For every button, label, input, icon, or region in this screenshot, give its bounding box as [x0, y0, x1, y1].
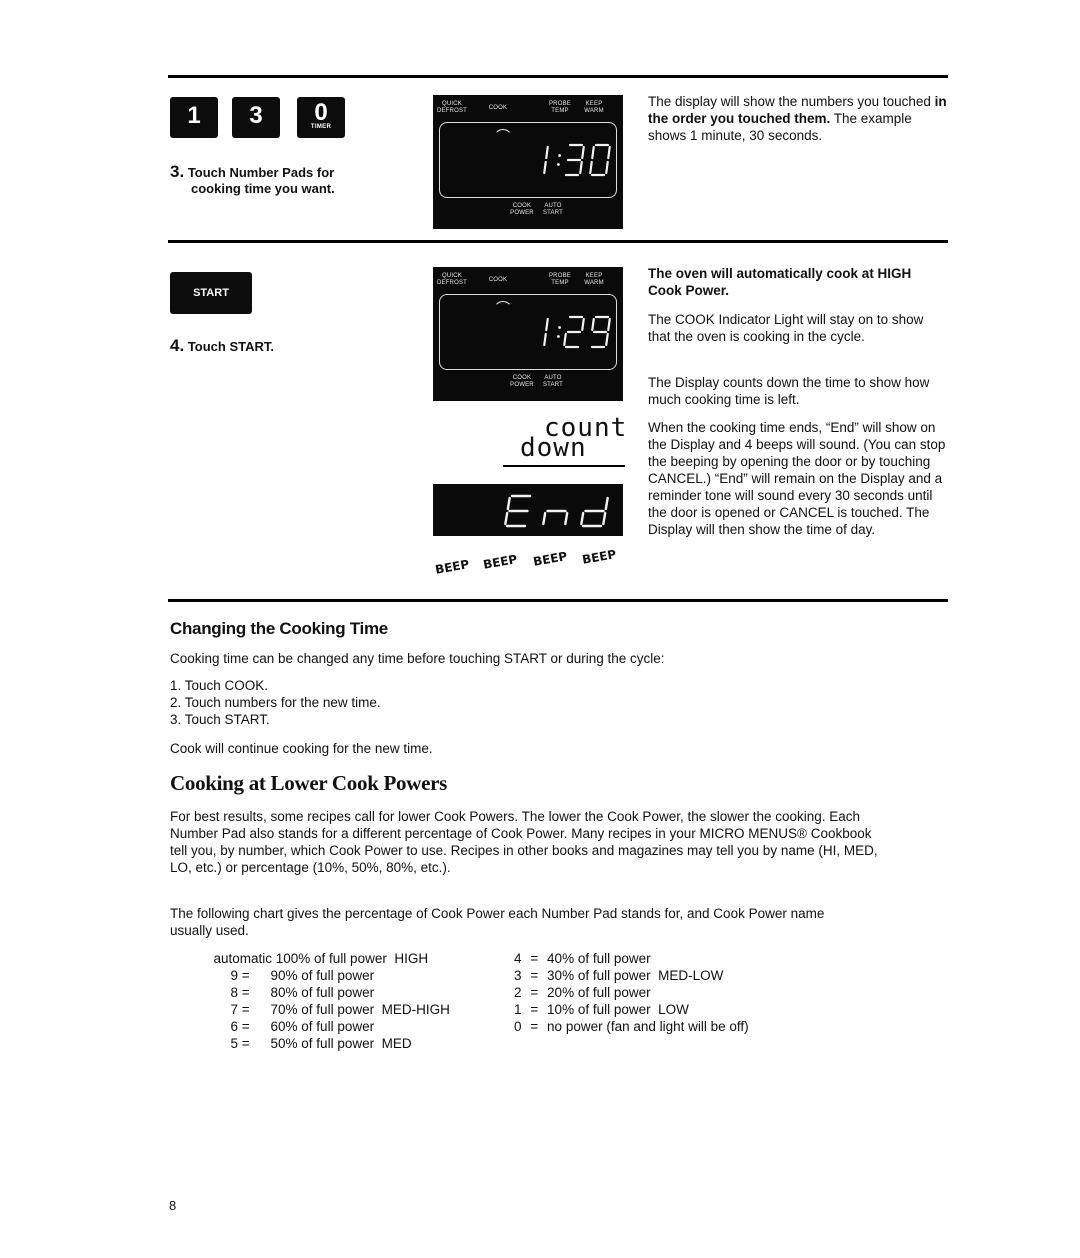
countdown-underline: [503, 465, 625, 467]
step-4-instruction: 4. Touch START.: [170, 336, 274, 355]
segment-d: [604, 496, 609, 511]
indicator-quick-defrost: QUICK DEFROST: [436, 101, 468, 114]
countdown-label: count down: [520, 413, 628, 463]
start-button[interactable]: START: [170, 272, 252, 314]
segment-1: [543, 160, 547, 175]
seven-segment-readout: [543, 143, 611, 177]
list-item: 3. Touch START.: [170, 712, 270, 727]
table-row: 1 = 10% of full power LOW: [514, 1002, 689, 1017]
oven-display-1: QUICKDEFROST COOK PROBETEMP KEEPWARM ⌒ 1…: [433, 95, 623, 229]
beep-text: BEEP: [581, 547, 618, 567]
indicator-auto-start: AUTO START: [542, 375, 564, 388]
indicator-cook: COOK: [488, 105, 508, 111]
beep-text: BEEP: [434, 557, 471, 577]
indicator-probe-temp: PROBE TEMP: [548, 101, 571, 114]
segment-9: [591, 317, 595, 332]
segment-E: [506, 496, 511, 511]
segment-2: [581, 317, 585, 332]
segment-1: [543, 332, 547, 347]
segment-0: [591, 145, 595, 160]
page-number: 8: [169, 1198, 177, 1213]
list-item: 1. Touch COOK.: [170, 678, 269, 693]
indicator-quick-defrost: QUICK DEFROST: [436, 273, 468, 286]
segment-3: [581, 145, 585, 160]
colon-dot: [557, 335, 560, 338]
number-pad-1[interactable]: 1: [170, 97, 218, 138]
section-rule-bottom: [168, 599, 948, 602]
readout-digits: [543, 143, 611, 177]
indicator-cook-power: COOK POWER: [510, 203, 534, 216]
segment-9: [607, 317, 611, 332]
end-display: [433, 484, 623, 536]
high-power-note: The oven will automatically cook at HIGH…: [648, 266, 912, 298]
section-rule-top: [168, 75, 948, 78]
list-item: 2. Touch numbers for the new time.: [170, 695, 381, 710]
end-readout: [504, 494, 609, 528]
table-row: 8 = 80% of full power: [230, 985, 375, 1000]
indicator-keep-warm: KEEP WARM: [584, 273, 604, 286]
colon-dot: [557, 163, 560, 166]
segment-n: [542, 511, 547, 526]
indicator-keep-warm: KEEP WARM: [584, 101, 604, 114]
segment-n: [564, 511, 569, 526]
segment-9: [605, 332, 609, 347]
table-row: 2 = 20% of full power: [514, 985, 651, 1000]
table-row: 0 = no power (fan and light will be off): [514, 1019, 749, 1034]
segment-2: [563, 332, 567, 347]
lower-paragraph-1: For best results, some recipes call for …: [170, 809, 878, 875]
end-paragraph: When the cooking time ends, “End” will s…: [648, 420, 946, 537]
table-row: 3 = 30% of full power MED-LOW: [514, 968, 724, 983]
power-table-right: 4 = 40% of full power 3 = 30% of full po…: [514, 950, 756, 1035]
beep-text: BEEP: [482, 552, 519, 572]
changing-intro: Cooking time can be changed any time bef…: [170, 651, 665, 666]
segment-0: [605, 160, 609, 175]
segment-3: [579, 160, 583, 175]
display-screen: ⌒: [439, 294, 617, 370]
segment-d: [602, 511, 607, 526]
colon-dot: [558, 326, 561, 329]
section-rule-middle: [168, 240, 948, 243]
segment-E: [504, 511, 509, 526]
changing-heading: Changing the Cooking Time: [170, 619, 388, 638]
segment-0: [607, 145, 611, 160]
beep-text: BEEP: [532, 549, 569, 569]
table-row: automatic 100% of full power HIGH: [213, 951, 429, 966]
table-row: 5 = 50% of full power MED: [230, 1036, 412, 1051]
countdown-paragraph: The Display counts down the time to show…: [648, 375, 930, 407]
segment-d: [580, 511, 585, 526]
readout-digits: [543, 315, 611, 349]
number-pad-0-timer[interactable]: 0 TIMER: [297, 97, 345, 138]
indicator-cook-power: COOK POWER: [510, 375, 534, 388]
segment-1: [545, 145, 549, 160]
indicator-cook: COOK: [488, 277, 508, 283]
segment-0: [589, 160, 593, 175]
table-row: 9 = 90% of full power: [230, 968, 375, 983]
table-row: 6 = 60% of full power: [230, 1019, 375, 1034]
indicator-auto-start: AUTO START: [542, 203, 564, 216]
number-pad-3[interactable]: 3: [232, 97, 280, 138]
segment-1: [545, 317, 549, 332]
lower-paragraph-2: The following chart gives the percentage…: [170, 906, 825, 938]
step-3-instruction: 3. Touch Number Pads for cooking time yo…: [170, 162, 335, 196]
power-table-left: automatic 100% of full power HIGH 9 = 90…: [172, 950, 450, 1052]
indicator-probe-temp: PROBE TEMP: [548, 273, 571, 286]
changing-outro: Cook will continue cooking for the new t…: [170, 741, 433, 756]
step-3-description: The display will show the numbers you to…: [648, 94, 947, 143]
cook-indicator-paragraph: The COOK Indicator Light will stay on to…: [648, 312, 924, 344]
colon-dot: [558, 154, 561, 157]
seven-segment-readout: [543, 315, 611, 349]
table-row: 7 = 70% of full power MED-HIGH: [230, 1002, 450, 1017]
lower-heading: Cooking at Lower Cook Powers: [170, 771, 448, 795]
oven-display-2: QUICK DEFROST COOK PROBE TEMP KEEP WARM ⌒ C…: [433, 267, 623, 401]
display-screen: ⌒ 1:30: [439, 122, 617, 198]
table-row: 4 = 40% of full power: [514, 951, 651, 966]
changing-steps: 1. Touch COOK. 2. Touch numbers for the …: [170, 677, 570, 728]
